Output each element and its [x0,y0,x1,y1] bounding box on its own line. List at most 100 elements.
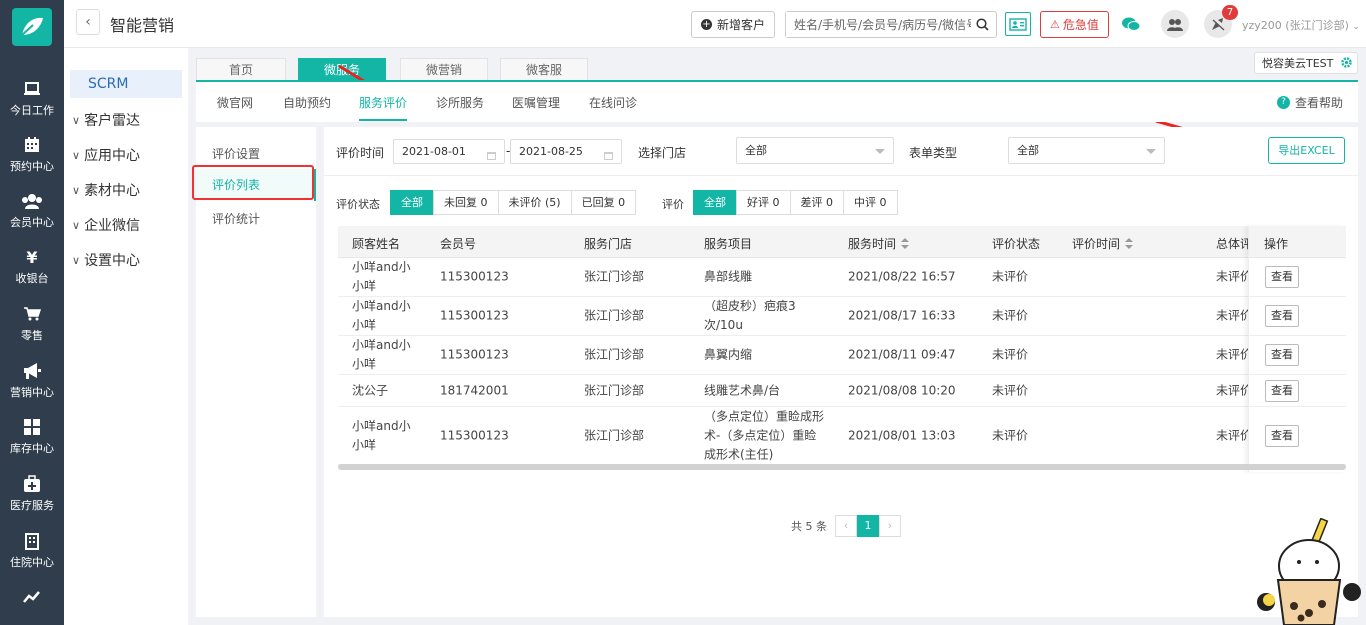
help-link[interactable]: ? 查看帮助 [1276,94,1343,111]
sort-icon [901,237,910,252]
menu-item-evaluation-settings[interactable]: 评价设置 [212,145,260,162]
chevron-down-icon: ⌄ [1352,22,1360,32]
divider [324,175,1358,176]
view-button[interactable]: 查看 [1265,344,1299,366]
view-button[interactable]: 查看 [1265,424,1299,447]
cell-member-no: 181742001 [440,383,509,397]
app-logo[interactable] [12,8,52,46]
rating-filter-all[interactable]: 全部 [693,190,737,215]
col-eval-time[interactable]: 评价时间 [1072,235,1134,252]
page-button[interactable]: 1 [857,515,879,537]
new-customer-button[interactable]: + 新增客户 [691,11,775,38]
nav-item-analytics[interactable] [0,570,64,625]
table-horizontal-scrollbar[interactable] [338,464,1346,470]
cell-member-no: 115300123 [440,347,509,362]
calendar-icon [603,146,614,169]
view-button[interactable]: 查看 [1265,305,1299,327]
table-row: 小咩and小小咩 115300123 张江门诊部 鼻翼内缩 2021/08/11… [338,336,1346,375]
top-bar: ‹ 智能营销 + 新增客户 ⚠ 危急值 7 yzy200 (张江门诊部) ⌄ [64,0,1366,48]
laptop-icon [23,78,41,100]
critical-value-button[interactable]: ⚠ 危急值 [1040,11,1109,38]
alert-icon: ⚠ [1050,18,1060,31]
user-menu[interactable]: yzy200 (张江门诊部) ⌄ [1242,17,1360,33]
sidebar-item-customer-radar[interactable]: ∨ 客户雷达 [72,108,140,132]
col-service-time[interactable]: 服务时间 [848,235,910,252]
subnav-item-service-evaluation[interactable]: 服务评价 [359,94,408,121]
nav-item-marketing[interactable]: 营销中心 [0,352,64,408]
col-eval-status: 评价状态 [992,237,1041,251]
sidebar-item-label: 企业微信 [84,218,141,234]
store-select[interactable]: 全部 [736,137,894,164]
form-type-select[interactable]: 全部 [1008,137,1165,164]
sidebar-item-material-center[interactable]: ∨ 素材中心 [72,178,140,202]
nav-item-appointment[interactable]: 预约中心 [0,126,64,182]
nav-item-label: 库存中心 [10,442,54,455]
tab-micro-support[interactable]: 微客服 [500,58,588,80]
subnav-item-self-appointment[interactable]: 自助预约 [283,94,331,111]
cell-customer-name: 小咩and小小咩 [352,338,411,371]
sidebar-item-settings[interactable]: ∨ 设置中心 [72,248,140,272]
tab-micro-service[interactable]: 微服务 [298,58,386,80]
menu-item-evaluation-stats[interactable]: 评价统计 [212,210,260,227]
status-filter-unreplied[interactable]: 未回复 0 [433,190,499,215]
search-input[interactable] [786,12,971,37]
tab-home[interactable]: 首页 [196,58,286,80]
wechat-icon[interactable] [1117,10,1145,38]
sidebar-item-scrm[interactable]: SCRM [70,70,182,98]
subnav-item-orders[interactable]: 医嘱管理 [512,94,560,111]
col-overall: 总体评 [1216,237,1248,251]
cell-overall: 未评价 [1216,347,1248,362]
nav-item-retail[interactable]: 零售 [0,295,64,351]
cell-eval-status: 未评价 [992,383,1029,397]
export-excel-button[interactable]: 导出EXCEL [1268,137,1345,164]
search-icon[interactable] [976,18,989,34]
cell-service-time: 2021/08/01 13:03 [848,428,956,442]
nav-item-label: 会员中心 [10,216,54,229]
store-switcher[interactable]: 悦容美云TEST [1254,52,1358,74]
nav-item-inventory[interactable]: 库存中心 [0,408,64,464]
view-button[interactable]: 查看 [1265,266,1299,288]
nav-item-today[interactable]: 今日工作 [0,70,64,126]
sidebar-item-enterprise-wechat[interactable]: ∨ 企业微信 [72,213,140,237]
rating-filter-neutral[interactable]: 中评 0 [843,190,898,215]
new-customer-label: 新增客户 [716,18,765,32]
date-from-input[interactable]: 2021-08-01 [393,139,505,164]
app-root: 今日工作 预约中心 会员中心 ¥ 收银台 零售 营销中心 库存中心 医疗服务 住… [0,0,1366,625]
cell-store: 张江门诊部 [584,383,645,397]
users-icon [21,190,43,212]
group-chat-icon[interactable] [1161,10,1189,38]
sort-icon [1125,237,1134,252]
date-to-input[interactable]: 2021-08-25 [510,139,622,164]
nav-item-medical[interactable]: 医疗服务 [0,465,64,521]
pagination: 共 5 条 ‹ 1 › [791,515,901,537]
page-title: 智能营销 [110,16,175,35]
nav-item-members[interactable]: 会员中心 [0,182,64,238]
subnav-item-clinic-service[interactable]: 诊所服务 [436,94,484,111]
col-service-time-label: 服务时间 [848,237,897,251]
cell-customer-name: 沈公子 [352,383,389,397]
rating-filter-negative[interactable]: 差评 0 [789,190,844,215]
status-filter-replied[interactable]: 已回复 0 [570,190,637,215]
sidebar-item-app-center[interactable]: ∨ 应用中心 [72,143,140,167]
subnav-item-online-consult[interactable]: 在线问诊 [589,94,637,111]
cell-customer-name: 小咩and小小咩 [352,299,411,332]
next-page-button[interactable]: › [879,515,901,537]
nav-item-label: 收银台 [15,272,49,285]
rating-filter-positive[interactable]: 好评 0 [736,190,791,215]
megaphone-icon [22,360,42,382]
pagination-total: 共 5 条 [791,520,827,533]
gear-icon [1340,56,1353,72]
status-filter-unevaluated[interactable]: 未评价 (5) [497,190,572,215]
view-button[interactable]: 查看 [1265,379,1299,402]
status-filter-all[interactable]: 全部 [390,190,434,215]
back-button[interactable]: ‹ [76,9,100,35]
id-card-icon[interactable] [1005,12,1031,36]
tab-micro-marketing[interactable]: 微营销 [400,58,488,80]
nav-item-cashier[interactable]: ¥ 收银台 [0,238,64,294]
prev-page-button[interactable]: ‹ [835,515,857,537]
secondary-sidebar: SCRM ∨ 客户雷达 ∨ 应用中心 ∨ 素材中心 ∨ 企业微信 ∨ 设置中心 [64,48,188,625]
notification-badge: 7 [1222,5,1238,20]
cart-icon [23,303,41,325]
subnav-item-website[interactable]: 微官网 [217,94,253,111]
nav-item-label: 住院中心 [10,556,54,569]
